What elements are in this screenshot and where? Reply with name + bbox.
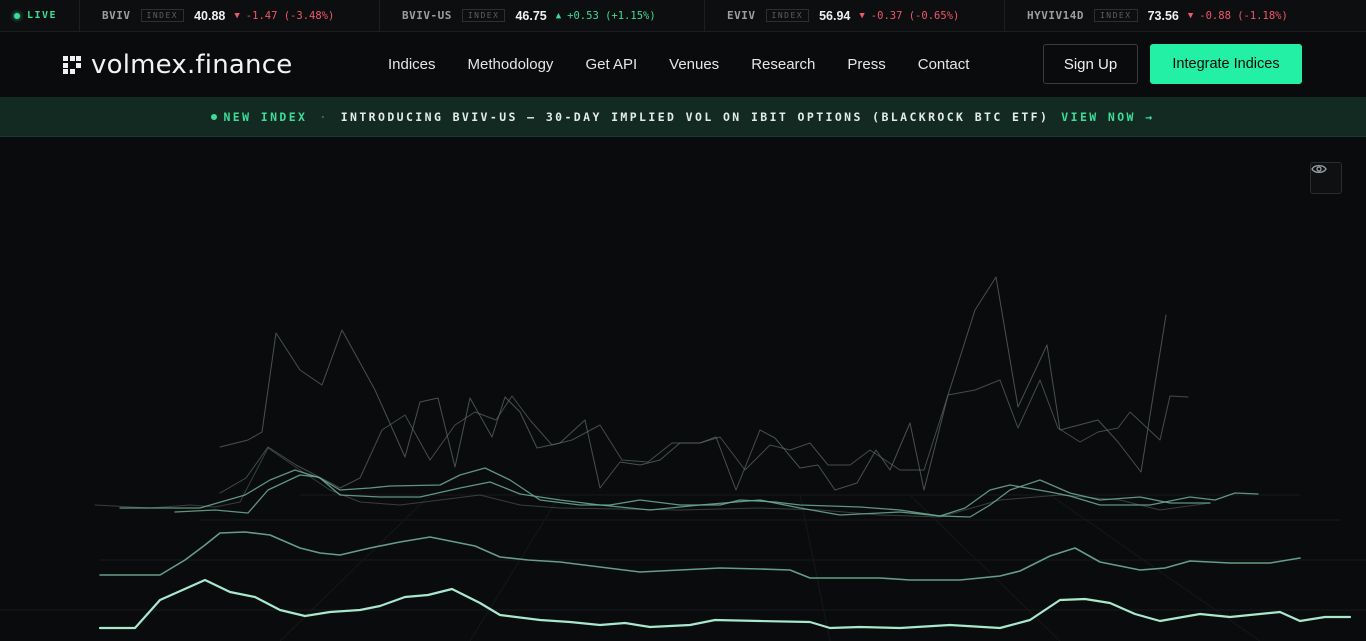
announcement-separator: · [319,109,329,124]
grid-line [799,494,831,641]
new-dot-icon [211,113,218,120]
announcement-message: INTRODUCING BVIV-US — 30-DAY IMPLIED VOL… [340,109,1050,124]
nav-item-press[interactable]: Press [847,56,885,73]
ticker-value: 56.94 [819,8,851,23]
volatility-lines-graphic [0,276,1366,641]
logo-text: volmex.finance [91,50,293,80]
arrow-down-icon: ▼ [234,10,240,21]
arrow-down-icon: ▼ [1187,10,1194,21]
ticker-value: 40.88 [194,8,226,23]
ticker-item-hyviv14d[interactable]: HYVIV14D INDEX 73.56 ▼ -0.88 (-1.18%) [1005,0,1366,32]
ticker-value: 46.75 [515,8,547,23]
ticker-item-bviv[interactable]: BVIV INDEX 40.88 ▼ -1.47 (-3.48%) [80,0,380,32]
ticker-badge: INDEX [1093,9,1138,22]
decorative-vol-line-2 [219,379,1189,494]
grid-line [279,494,431,641]
integrate-indices-button[interactable]: Integrate Indices [1150,44,1302,84]
ticker-change: -0.37 (-0.65%) [870,9,960,22]
ticker-symbol: BVIV-US [402,9,452,22]
live-dot-icon [14,12,20,19]
nav-item-contact[interactable]: Contact [918,56,970,73]
ticker-change: +0.53 (+1.15%) [567,9,656,22]
view-now-link[interactable]: VIEW NOW → [1061,110,1154,124]
nav-item-get-api[interactable]: Get API [585,56,637,73]
visibility-toggle-button[interactable] [1310,162,1342,194]
nav-menu: Indices Methodology Get API Venues Resea… [388,32,969,97]
arrow-down-icon: ▼ [859,10,865,21]
ticker-item-eviv[interactable]: EVIV INDEX 56.94 ▼ -0.37 (-0.65%) [705,0,1005,32]
nav-item-indices[interactable]: Indices [388,56,436,73]
hero-visualization [0,138,1366,641]
ticker-symbol: HYVIV14D [1027,9,1084,22]
ticker-bar: LIVE BVIV INDEX 40.88 ▼ -1.47 (-3.48%) B… [0,0,1366,32]
grid-line [469,494,561,641]
sign-up-button[interactable]: Sign Up [1043,44,1138,84]
live-label: LIVE [27,10,58,21]
ticker-change: -1.47 (-3.48%) [245,9,335,22]
decorative-vol-line-6 [99,531,1301,581]
eye-icon [1311,164,1327,174]
logo-mark-icon [63,56,81,74]
ticker-badge: INDEX [140,9,185,22]
logo[interactable]: volmex.finance [63,50,292,80]
ticker-symbol: BVIV [102,9,131,22]
ticker-value: 73.56 [1147,8,1179,23]
ticker-badge: INDEX [461,9,506,22]
nav-item-research[interactable]: Research [751,56,815,73]
ticker-badge: INDEX [765,9,810,22]
ticker-symbol: EVIV [727,9,756,22]
live-indicator: LIVE [0,0,80,32]
decorative-vol-line-7 [98,578,1352,630]
decorative-vol-line-1 [219,276,1167,491]
announcement-bar: NEW INDEX · INTRODUCING BVIV-US — 30-DAY… [0,97,1366,137]
nav-item-methodology[interactable]: Methodology [468,56,554,73]
ticker-change: -0.88 (-1.18%) [1199,9,1288,22]
arrow-up-icon: ▲ [555,10,562,21]
nav-item-venues[interactable]: Venues [669,56,719,73]
main-nav: volmex.finance Indices Methodology Get A… [0,32,1366,97]
announcement-tag: NEW INDEX [223,109,308,124]
ticker-item-bviv-us[interactable]: BVIV-US INDEX 46.75 ▲ +0.53 (+1.15%) [380,0,705,32]
